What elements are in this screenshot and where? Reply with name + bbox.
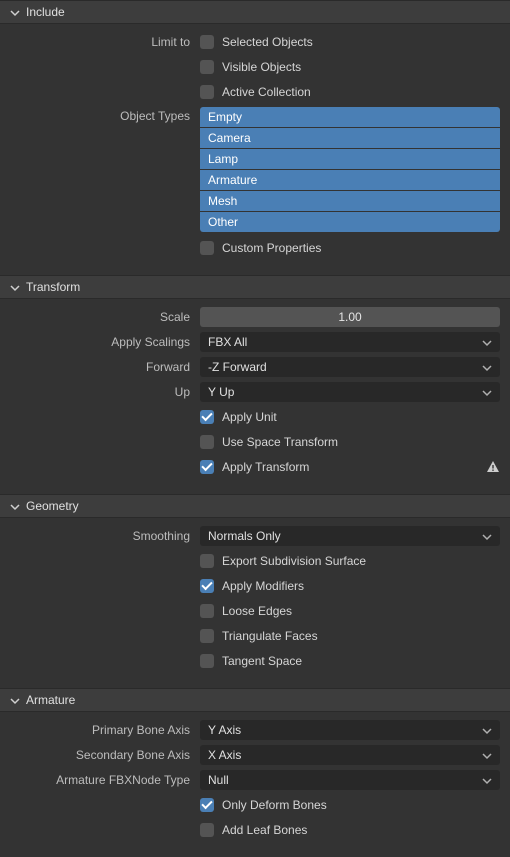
chevron-down-icon	[10, 695, 20, 705]
section-body-transform: Scale 1.00 Apply Scalings FBX All Forwar…	[0, 299, 510, 494]
checkbox-apply-transform[interactable]	[200, 460, 214, 474]
chevron-down-icon	[10, 501, 20, 511]
cb-label-custom-properties: Custom Properties	[222, 241, 321, 255]
checkbox-add-leaf-bones[interactable]	[200, 823, 214, 837]
object-type-armature[interactable]: Armature	[200, 170, 500, 190]
section-header-transform[interactable]: Transform	[0, 275, 510, 299]
label-forward: Forward	[10, 360, 200, 374]
secondary-bone-axis-value: X Axis	[208, 748, 241, 762]
cb-label-visible-objects: Visible Objects	[222, 60, 301, 74]
cb-label-only-deform-bones: Only Deform Bones	[222, 798, 327, 812]
checkbox-active-collection[interactable]	[200, 85, 214, 99]
object-types-multiselect: Empty Camera Lamp Armature Mesh Other	[200, 107, 500, 232]
chevron-down-icon	[482, 725, 492, 735]
chevron-down-icon	[482, 337, 492, 347]
label-secondary-bone-axis: Secondary Bone Axis	[10, 748, 200, 762]
cb-label-apply-modifiers: Apply Modifiers	[222, 579, 304, 593]
label-up: Up	[10, 385, 200, 399]
label-fbxnode-type: Armature FBXNode Type	[10, 773, 200, 787]
apply-scalings-value: FBX All	[208, 335, 247, 349]
section-header-geometry[interactable]: Geometry	[0, 494, 510, 518]
section-title-transform: Transform	[26, 280, 80, 294]
section-body-armature: Primary Bone Axis Y Axis Secondary Bone …	[0, 712, 510, 857]
object-type-camera[interactable]: Camera	[200, 128, 500, 148]
chevron-down-icon	[482, 531, 492, 541]
primary-bone-axis-dropdown[interactable]: Y Axis	[200, 720, 500, 740]
secondary-bone-axis-dropdown[interactable]: X Axis	[200, 745, 500, 765]
apply-scalings-dropdown[interactable]: FBX All	[200, 332, 500, 352]
section-header-include[interactable]: Include	[0, 0, 510, 24]
up-value: Y Up	[208, 385, 234, 399]
label-primary-bone-axis: Primary Bone Axis	[10, 723, 200, 737]
warning-icon	[486, 460, 500, 474]
object-type-other[interactable]: Other	[200, 212, 500, 232]
chevron-down-icon	[482, 362, 492, 372]
checkbox-only-deform-bones[interactable]	[200, 798, 214, 812]
checkbox-apply-modifiers[interactable]	[200, 579, 214, 593]
chevron-down-icon	[10, 7, 20, 17]
cb-label-apply-unit: Apply Unit	[222, 410, 277, 424]
label-object-types: Object Types	[10, 107, 200, 123]
cb-label-loose-edges: Loose Edges	[222, 604, 292, 618]
section-title-geometry: Geometry	[26, 499, 79, 513]
fbxnode-type-dropdown[interactable]: Null	[200, 770, 500, 790]
cb-label-apply-transform: Apply Transform	[222, 460, 309, 474]
label-limit-to: Limit to	[10, 35, 200, 49]
cb-label-export-subdiv: Export Subdivision Surface	[222, 554, 366, 568]
label-smoothing: Smoothing	[10, 529, 200, 543]
object-type-lamp[interactable]: Lamp	[200, 149, 500, 169]
checkbox-apply-unit[interactable]	[200, 410, 214, 424]
checkbox-loose-edges[interactable]	[200, 604, 214, 618]
up-dropdown[interactable]: Y Up	[200, 382, 500, 402]
cb-label-tangent-space: Tangent Space	[222, 654, 302, 668]
object-type-empty[interactable]: Empty	[200, 107, 500, 127]
scale-field[interactable]: 1.00	[200, 307, 500, 327]
section-title-include: Include	[26, 5, 65, 19]
smoothing-dropdown[interactable]: Normals Only	[200, 526, 500, 546]
cb-label-add-leaf-bones: Add Leaf Bones	[222, 823, 307, 837]
fbxnode-type-value: Null	[208, 773, 229, 787]
primary-bone-axis-value: Y Axis	[208, 723, 241, 737]
section-body-include: Limit to Selected Objects Visible Object…	[0, 24, 510, 275]
section-title-armature: Armature	[26, 693, 75, 707]
cb-label-selected-objects: Selected Objects	[222, 35, 313, 49]
chevron-down-icon	[482, 750, 492, 760]
checkbox-use-space-transform[interactable]	[200, 435, 214, 449]
checkbox-triangulate-faces[interactable]	[200, 629, 214, 643]
checkbox-tangent-space[interactable]	[200, 654, 214, 668]
checkbox-visible-objects[interactable]	[200, 60, 214, 74]
cb-label-use-space-transform: Use Space Transform	[222, 435, 338, 449]
smoothing-value: Normals Only	[208, 529, 281, 543]
cb-label-active-collection: Active Collection	[222, 85, 311, 99]
checkbox-export-subdiv[interactable]	[200, 554, 214, 568]
chevron-down-icon	[482, 775, 492, 785]
label-apply-scalings: Apply Scalings	[10, 335, 200, 349]
section-body-geometry: Smoothing Normals Only Export Subdivisio…	[0, 518, 510, 688]
section-header-armature[interactable]: Armature	[0, 688, 510, 712]
label-scale: Scale	[10, 310, 200, 324]
forward-dropdown[interactable]: -Z Forward	[200, 357, 500, 377]
object-type-mesh[interactable]: Mesh	[200, 191, 500, 211]
forward-value: -Z Forward	[208, 360, 267, 374]
cb-label-triangulate-faces: Triangulate Faces	[222, 629, 318, 643]
checkbox-selected-objects[interactable]	[200, 35, 214, 49]
chevron-down-icon	[482, 387, 492, 397]
checkbox-custom-properties[interactable]	[200, 241, 214, 255]
chevron-down-icon	[10, 282, 20, 292]
